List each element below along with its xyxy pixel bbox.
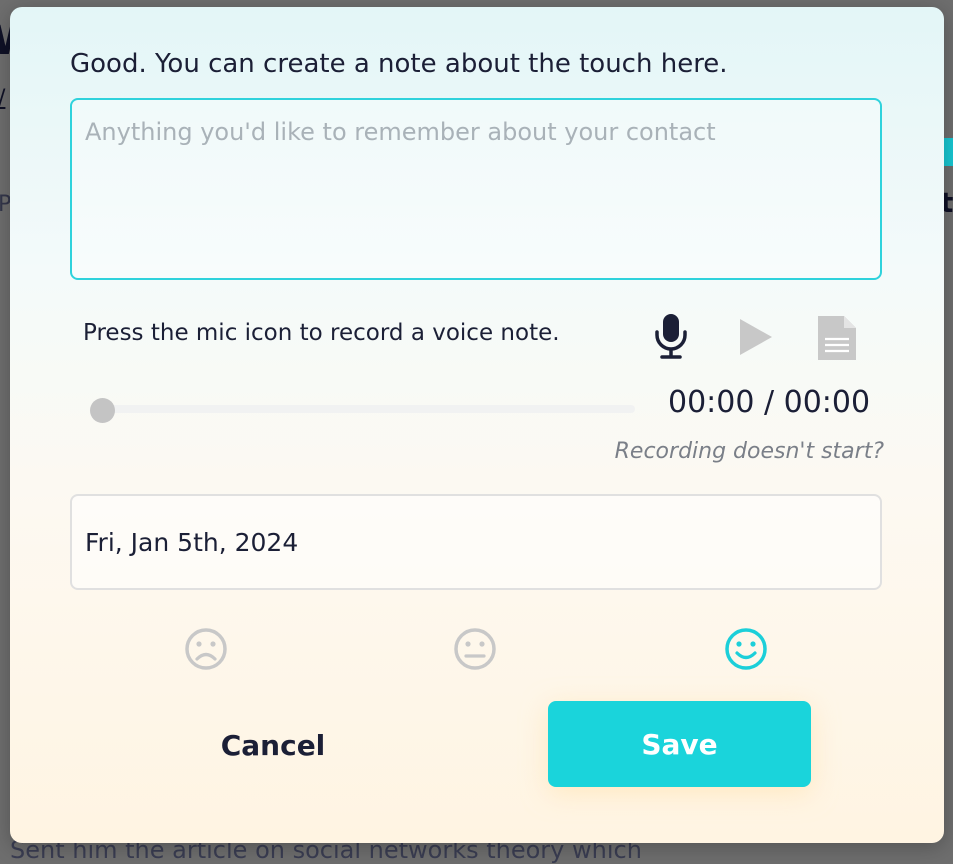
sad-face-icon[interactable] (184, 627, 228, 671)
cancel-button[interactable]: Cancel (180, 713, 366, 777)
touch-note-modal: Good. You can create a note about the to… (10, 7, 944, 843)
play-icon[interactable] (736, 317, 776, 357)
date-picker-field[interactable]: Fri, Jan 5th, 2024 (70, 494, 882, 590)
save-button[interactable]: Save (548, 701, 811, 787)
audio-progress-track[interactable] (90, 405, 635, 413)
mic-icon[interactable] (652, 312, 690, 360)
document-icon[interactable] (816, 314, 858, 362)
happy-face-icon[interactable] (724, 627, 768, 671)
voice-note-hint: Press the mic icon to record a voice not… (83, 320, 560, 346)
recording-help-link[interactable]: Recording doesn't start? (615, 439, 884, 464)
background-link-fragment: / (0, 86, 5, 111)
date-value: Fri, Jan 5th, 2024 (85, 527, 299, 557)
neutral-face-icon[interactable] (453, 627, 497, 671)
modal-prompt: Good. You can create a note about the to… (70, 49, 728, 79)
audio-time-readout: 00:00 / 00:00 (668, 385, 871, 420)
audio-progress-knob[interactable] (90, 398, 115, 423)
note-textarea[interactable] (70, 98, 882, 280)
